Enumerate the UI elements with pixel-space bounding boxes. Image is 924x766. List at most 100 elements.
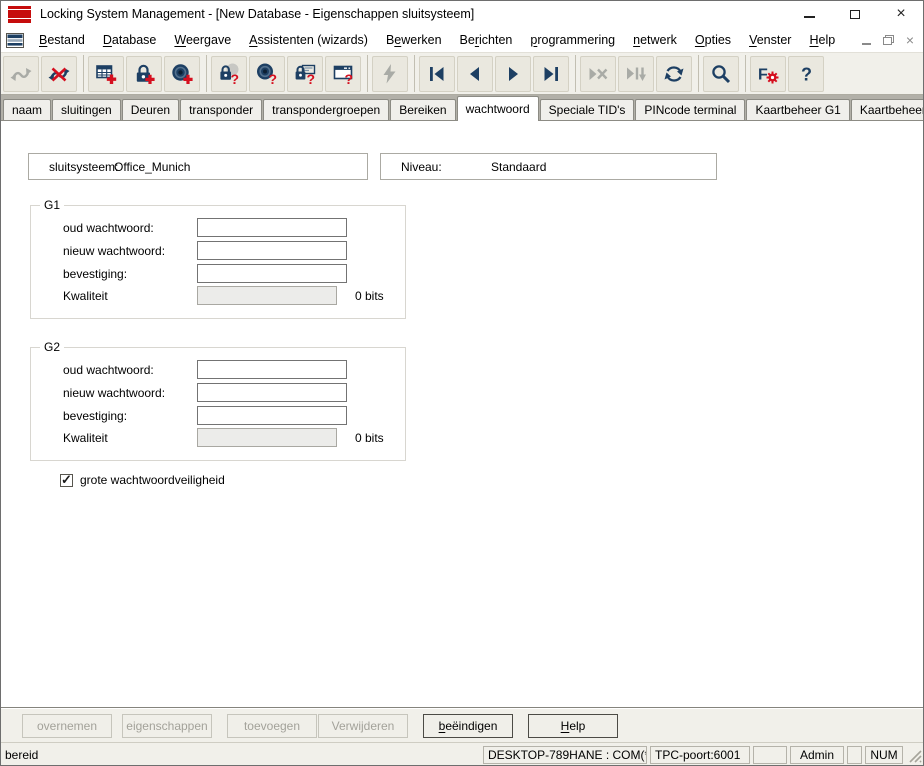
toolbar-separator — [83, 55, 84, 92]
delete-record-icon[interactable] — [580, 56, 616, 92]
g1-quality-bits: 0 bits — [355, 289, 384, 303]
search-icon[interactable] — [703, 56, 739, 92]
tab-transpondergroepen[interactable]: transpondergroepen — [263, 99, 389, 120]
properties-button[interactable]: eigenschappen — [122, 714, 212, 738]
apply-button[interactable]: overnemen — [22, 714, 112, 738]
menu-venster[interactable]: Venster — [740, 33, 800, 47]
window-controls: × — [786, 0, 924, 28]
tab-kaartbeheer-g1[interactable]: Kaartbeheer G1 — [746, 99, 849, 120]
g2-quality-bits: 0 bits — [355, 431, 384, 445]
high-password-security-label: grote wachtwoordveiligheid — [80, 473, 225, 487]
toolbar-separator — [698, 55, 699, 92]
help-button[interactable]: Help — [528, 714, 618, 738]
resize-grip-icon[interactable] — [906, 746, 923, 764]
program-lightning-icon[interactable] — [372, 56, 408, 92]
g1-old-password-input[interactable] — [197, 218, 347, 237]
g2-confirm-label: bevestiging: — [63, 409, 127, 423]
g1-new-password-input[interactable] — [197, 241, 347, 260]
maximize-icon[interactable] — [832, 0, 878, 28]
quit-button[interactable]: beëindigen — [423, 714, 513, 738]
new-lock-icon[interactable] — [126, 56, 162, 92]
group-g1: G1 oud wachtwoord: nieuw wachtwoord: bev… — [30, 205, 406, 319]
help-icon[interactable]: ? — [788, 56, 824, 92]
menu-bar: Bestand Database Weergave Assistenten (w… — [0, 28, 924, 52]
tab-sluitingen[interactable]: sluitingen — [52, 99, 121, 120]
mdi-minimize-icon[interactable] — [862, 43, 871, 45]
status-bar: bereid DESKTOP-789HANE : COM(*) TPC-poor… — [0, 742, 924, 766]
menu-help[interactable]: Help — [800, 33, 844, 47]
minimize-icon[interactable] — [786, 0, 832, 28]
menu-assistenten[interactable]: Assistenten (wizards) — [240, 33, 377, 47]
high-password-security-checkbox[interactable]: ✓ — [60, 474, 73, 487]
g2-new-password-label: nieuw wachtwoord: — [63, 386, 165, 400]
find-window-icon[interactable]: ? — [325, 56, 361, 92]
toolbar: ? ? ? ? — [0, 52, 924, 95]
menu-programmering[interactable]: programmering — [521, 33, 624, 47]
menu-weergave[interactable]: Weergave — [165, 33, 240, 47]
menu-database[interactable]: Database — [94, 33, 166, 47]
tab-speciale-tids[interactable]: Speciale TID's — [540, 99, 635, 120]
window-title: Locking System Management - [New Databas… — [40, 7, 474, 21]
status-empty-panel-2 — [847, 746, 862, 764]
status-user-panel: Admin — [790, 746, 844, 764]
mdi-restore-icon[interactable] — [883, 35, 894, 45]
find-lock-icon[interactable]: ? — [211, 56, 247, 92]
tab-transponder[interactable]: transponder — [180, 99, 262, 120]
toolbar-separator — [367, 55, 368, 92]
new-transponder-icon[interactable] — [164, 56, 200, 92]
filter-settings-icon[interactable]: F — [750, 56, 786, 92]
g2-confirm-input[interactable] — [197, 406, 347, 425]
status-numlock-panel: NUM — [865, 746, 903, 764]
close-icon[interactable]: × — [878, 0, 924, 28]
tab-page-wachtwoord: sluitsysteem: Office_Munich Niveau: Stan… — [0, 120, 924, 708]
status-empty-panel — [753, 746, 787, 764]
refresh-icon[interactable] — [656, 56, 692, 92]
group-g2-title: G2 — [40, 340, 64, 354]
tab-naam[interactable]: naam — [3, 99, 51, 120]
g2-old-password-input[interactable] — [197, 360, 347, 379]
menu-netwerk[interactable]: netwerk — [624, 33, 686, 47]
tab-bereiken[interactable]: Bereiken — [390, 99, 455, 120]
svg-text:?: ? — [801, 64, 812, 84]
locking-system-value: Office_Munich — [114, 160, 190, 174]
disconnect-icon[interactable] — [41, 56, 77, 92]
status-ready-text: bereid — [5, 748, 38, 762]
tab-pincode-terminal[interactable]: PINcode terminal — [635, 99, 745, 120]
connect-icon[interactable] — [3, 56, 39, 92]
menu-opties[interactable]: Opties — [686, 33, 740, 47]
next-record-icon[interactable] — [495, 56, 531, 92]
find-transponder-icon[interactable]: ? — [249, 56, 285, 92]
toolbar-separator — [414, 55, 415, 92]
tab-wachtwoord[interactable]: wachtwoord — [457, 96, 539, 121]
tab-strip: naam sluitingen Deuren transponder trans… — [0, 95, 924, 120]
first-record-icon[interactable] — [419, 56, 455, 92]
tab-kaartbeheer-g2[interactable]: Kaartbeheer G2 — [851, 99, 924, 120]
menu-bewerken[interactable]: Bewerken — [377, 33, 451, 47]
toolbar-separator — [745, 55, 746, 92]
new-matrix-icon[interactable] — [88, 56, 124, 92]
mdi-document-icon[interactable] — [6, 33, 24, 48]
find-lock-card-icon[interactable]: ? — [287, 56, 323, 92]
g2-quality-meter — [197, 428, 337, 447]
g1-quality-label: Kwaliteit — [63, 289, 108, 303]
mdi-close-icon[interactable]: × — [906, 33, 914, 47]
previous-record-icon[interactable] — [457, 56, 493, 92]
g1-quality-meter — [197, 286, 337, 305]
svg-text:?: ? — [345, 71, 354, 86]
g1-confirm-label: bevestiging: — [63, 267, 127, 281]
delete-button[interactable]: Verwijderen — [318, 714, 408, 738]
locking-system-label: sluitsysteem: — [49, 160, 114, 174]
tab-deuren[interactable]: Deuren — [122, 99, 179, 120]
svg-text:?: ? — [307, 71, 316, 86]
level-value: Standaard — [491, 160, 546, 174]
last-record-icon[interactable] — [533, 56, 569, 92]
status-port-panel: TPC-poort:6001 — [650, 746, 750, 764]
add-button[interactable]: toevoegen — [227, 714, 317, 738]
g2-new-password-input[interactable] — [197, 383, 347, 402]
high-password-security-row: ✓ grote wachtwoordveiligheid — [60, 473, 225, 487]
menu-berichten[interactable]: Berichten — [451, 33, 522, 47]
g1-confirm-input[interactable] — [197, 264, 347, 283]
status-host-panel: DESKTOP-789HANE : COM(*) — [483, 746, 647, 764]
insert-record-icon[interactable] — [618, 56, 654, 92]
menu-bestand[interactable]: Bestand — [30, 33, 94, 47]
